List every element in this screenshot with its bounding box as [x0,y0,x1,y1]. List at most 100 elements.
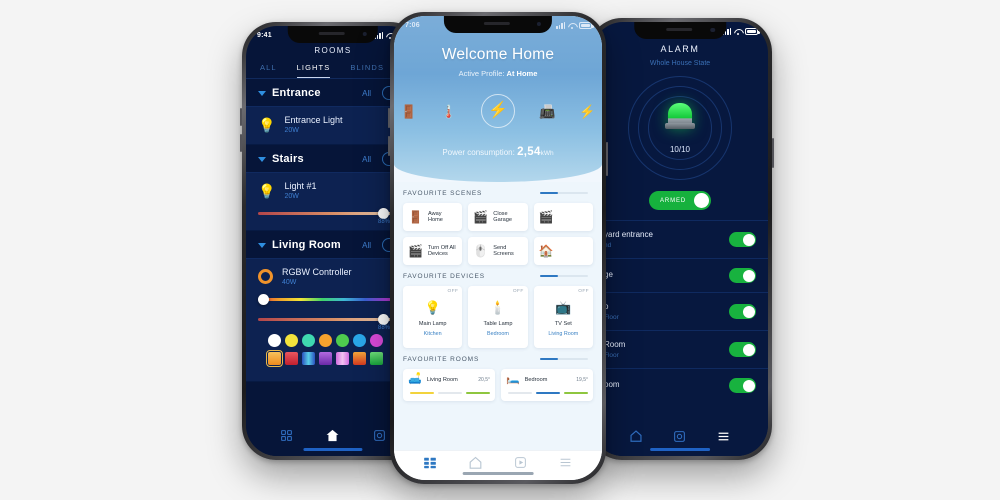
phone-right: ALARM Whole House State 10/10 ARMED yard… [588,18,774,460]
group-name: Living Room [272,239,341,251]
home-indicator[interactable] [462,472,534,475]
device-name: TV Set [554,321,572,327]
devices-pager[interactable] [540,275,588,277]
scene-card[interactable]: 🎬 Close Garage [468,203,528,231]
camera-icon[interactable] [514,456,527,469]
door-icon[interactable]: 🚪 [401,105,417,118]
energy-icon[interactable]: ⚡ [579,105,595,118]
dashboard-icon[interactable] [423,456,437,470]
home-icon[interactable] [468,455,483,470]
color-square-row [266,350,398,367]
hero-header: Welcome Home Active Profile: At Home 🚪 🌡… [394,16,602,182]
group-all-label: All [362,154,371,164]
color-swatch[interactable] [370,334,383,347]
bottom-nav-right [592,424,768,456]
scene-card[interactable]: 🏠 [533,237,593,265]
home-icon[interactable] [325,428,340,443]
scene-card[interactable]: 🖱️ Send Screens [468,237,528,265]
color-swatch[interactable] [268,334,281,347]
zone-row[interactable]: Room Floor [592,330,768,368]
power-bolt-icon[interactable]: ⚡ [481,94,515,128]
scene-card[interactable]: 🎬 Turn Off All Devices [403,237,463,265]
volume-down-button[interactable] [240,134,242,152]
color-swatch[interactable] [353,352,366,365]
home-indicator[interactable] [650,448,710,451]
volume-down-button[interactable] [388,136,390,156]
room-temperature: 19,5° [576,376,588,383]
scenes-pager[interactable] [540,192,588,194]
color-swatch[interactable] [336,334,349,347]
slider-knob[interactable] [378,208,389,219]
scene-card[interactable]: 🎬 [533,203,593,231]
chevron-down-icon[interactable] [258,156,266,162]
zone-name: Room [604,340,626,349]
tab-all[interactable]: ALL [260,63,277,78]
color-swatch[interactable] [285,334,298,347]
zone-switch[interactable] [729,378,756,393]
slider-knob[interactable] [378,314,389,325]
scene-card[interactable]: 🚪 Away Home [403,203,463,231]
wifi-icon [568,23,576,29]
zone-row[interactable]: oom [592,368,768,402]
scene-icon: 🎬 [538,210,554,224]
device-card[interactable]: OFF 📺 TV Set Living Room [533,286,593,348]
chevron-down-icon[interactable] [258,90,266,96]
tab-lights[interactable]: LIGHTS [296,63,331,78]
zone-row[interactable]: o Floor [592,292,768,330]
zone-switch[interactable] [729,342,756,357]
menu-icon[interactable] [716,430,731,443]
room-status-bars [506,392,588,394]
volume-up-button[interactable] [240,108,242,126]
room-card[interactable]: 🛏️ Bedroom 19,5° [501,369,593,401]
zone-name: yard entrance [604,230,653,239]
armed-toggle[interactable]: ARMED [649,191,711,210]
notch [634,22,726,39]
color-swatch[interactable] [285,352,298,365]
power-label: Power consumption: [442,148,515,157]
room-card[interactable]: 🛋️ Living Room 20,5° [403,369,495,401]
device-name: Main Lamp [418,321,447,327]
brightness-slider[interactable]: 88% [258,208,408,225]
home-indicator[interactable] [303,448,363,451]
camera-icon[interactable] [373,429,386,442]
speaker-icon [665,28,692,31]
color-swatch[interactable] [319,352,332,365]
thermometer-icon[interactable]: 🌡️ [441,105,457,118]
brightness-slider[interactable]: 88% [258,314,408,331]
chevron-down-icon[interactable] [258,242,266,248]
volume-up-button[interactable] [388,108,390,128]
grid-icon[interactable] [280,429,293,442]
color-swatch[interactable] [336,352,349,365]
color-swatch-selected[interactable] [266,350,283,367]
color-swatch[interactable] [353,334,366,347]
zone-row[interactable]: yard entrance nd [592,220,768,258]
device-card[interactable]: OFF 💡 Main Lamp Kitchen [403,286,463,348]
page-subtitle: Whole House State [649,60,711,67]
group-name: Stairs [272,153,304,165]
zone-switch[interactable] [729,232,756,247]
menu-icon[interactable] [558,456,573,469]
zone-switch[interactable] [729,268,756,283]
color-swatch[interactable] [302,334,315,347]
slider-knob[interactable] [258,294,269,305]
appliance-icon[interactable]: 📠 [539,105,555,118]
rooms-pager[interactable] [540,358,588,360]
content-scroll[interactable]: FAVOURITE SCENES 🚪 Away Home 🎬 Close Gar… [394,182,602,450]
power-button[interactable] [772,138,774,168]
color-swatch[interactable] [302,352,315,365]
tab-blinds[interactable]: BLINDS [350,63,384,78]
color-swatch[interactable] [370,352,383,365]
home-icon[interactable] [629,429,643,443]
power-button[interactable] [606,142,608,176]
zone-switch[interactable] [729,304,756,319]
hue-slider[interactable] [258,294,408,306]
color-swatch[interactable] [319,334,332,347]
camera-icon[interactable] [673,430,686,443]
page-title: ALARM [660,44,700,54]
zone-row[interactable]: ge [592,258,768,292]
wifi-icon [734,29,742,35]
bulb-icon: 💡 [258,182,276,199]
power-consumption: Power consumption: 2,54kWh [394,146,602,158]
device-card[interactable]: OFF 🕯️ Table Lamp Bedroom [468,286,528,348]
section-scenes: FAVOURITE SCENES 🚪 Away Home 🎬 Close Gar… [394,182,602,265]
